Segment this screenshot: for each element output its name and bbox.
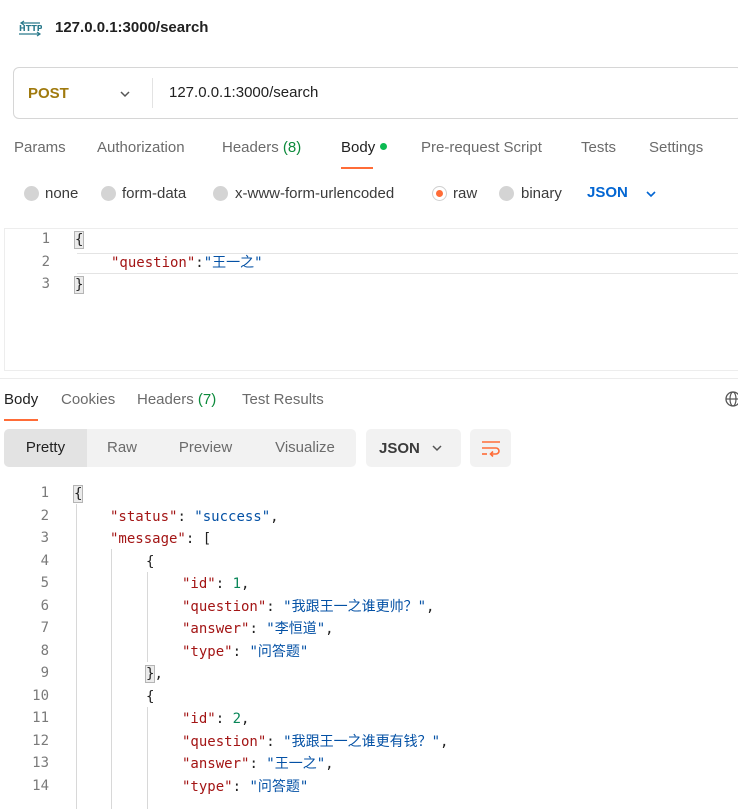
response-format-select[interactable]: JSON [366,429,461,467]
code-line: }, [144,665,163,683]
tab-tests[interactable]: Tests [581,139,616,156]
line-number: 7 [40,620,49,636]
line-number: 13 [32,755,49,771]
code-line: "type": "问答题" [182,779,309,795]
chevron-down-icon[interactable] [644,187,658,201]
line-number: 6 [40,598,49,614]
code-line: "answer": "李恒道", [182,621,334,637]
code-line: "message": [ [110,531,212,547]
radio-binary-label[interactable]: binary [521,185,562,202]
url-divider [152,78,153,108]
code-line: "status": "success", [110,509,279,525]
indent-guide [111,549,112,809]
line-number: 14 [32,778,49,794]
wrap-lines-button[interactable] [470,429,511,467]
wrap-lines-icon [482,441,500,457]
code-line: "id": 2, [182,711,250,727]
code-line: { [146,689,155,705]
view-pretty[interactable]: Pretty [4,429,87,467]
line-number: 9 [40,665,49,681]
url-bar: POST 127.0.0.1:3000/search [13,67,738,119]
chevron-down-icon [432,445,442,452]
tab-headers-label: Headers [222,139,279,156]
resp-tab-test-results[interactable]: Test Results [242,391,324,408]
indent-guide [147,707,148,809]
code-line: { [72,485,84,503]
tab-params[interactable]: Params [14,139,66,156]
indent-guide [147,572,148,662]
response-view-tabs: Pretty Raw Preview Visualize [4,429,356,467]
url-input[interactable]: 127.0.0.1:3000/search [169,84,318,101]
code-line: { [146,554,155,570]
line-number: 8 [40,643,49,659]
radio-raw-label[interactable]: raw [453,185,477,202]
response-tabs: Body Cookies Headers (7) Test Results [0,378,738,421]
line-number: 5 [40,575,49,591]
radio-urlencoded[interactable] [213,186,228,201]
tab-prerequest-script[interactable]: Pre-request Script [421,139,542,156]
radio-urlencoded-label[interactable]: x-www-form-urlencoded [235,185,394,202]
request-title[interactable]: 127.0.0.1:3000/search [55,19,208,36]
radio-form-data-label[interactable]: form-data [122,185,186,202]
tab-settings[interactable]: Settings [649,139,703,156]
tab-body[interactable]: Body [341,139,388,169]
tab-body-label: Body [341,139,376,156]
code-line: "type": "问答题" [182,644,309,660]
resp-tab-body[interactable]: Body [4,391,39,421]
body-type-options: none form-data x-www-form-urlencoded raw… [0,180,738,208]
radio-none[interactable] [24,186,39,201]
line-number: 2 [41,254,50,270]
code-line: "question": "我跟王一之谁更帅？", [182,599,435,615]
line-number: 2 [40,508,49,524]
code-line: "id": 1, [182,576,250,592]
svg-text:HTTP: HTTP [19,24,42,33]
code-line: { [73,231,85,249]
request-title-bar: HTTP 127.0.0.1:3000/search [0,0,738,58]
tab-authorization[interactable]: Authorization [97,139,185,156]
view-raw[interactable]: Raw [87,429,157,467]
resp-tab-cookies[interactable]: Cookies [61,391,115,408]
headers-count: (8) [282,139,302,156]
line-number: 11 [32,710,49,726]
radio-raw[interactable] [432,186,447,201]
line-number: 1 [41,231,50,247]
response-format-label: JSON [379,440,420,457]
line-number: 3 [40,530,49,546]
tab-headers[interactable]: Headers (8) [222,139,301,156]
view-visualize[interactable]: Visualize [254,429,356,467]
radio-binary[interactable] [499,186,514,201]
body-modified-dot [380,143,388,150]
indent-guide [76,504,77,809]
line-number: 1 [40,485,49,501]
line-number: 12 [32,733,49,749]
line-number: 10 [32,688,49,704]
line-number: 4 [40,553,49,569]
resp-tab-headers-label: Headers [137,391,194,408]
http-icon: HTTP [19,20,42,37]
line-number: 3 [41,276,50,292]
resp-headers-count: (7) [197,391,217,408]
code-line: } [73,276,85,294]
request-body-editor[interactable]: 1 { 2 "question":"王一之" 3 } [4,228,738,371]
radio-form-data[interactable] [101,186,116,201]
chevron-down-icon[interactable] [118,87,132,101]
raw-format-select[interactable]: JSON [587,184,628,201]
radio-none-label[interactable]: none [45,185,78,202]
resp-tab-headers[interactable]: Headers (7) [137,391,216,408]
request-tabs: Params Authorization Headers (8) Body Pr… [0,128,738,169]
method-select[interactable]: POST [28,85,69,102]
code-line: "question":"王一之" [111,255,263,271]
globe-icon[interactable] [724,390,738,408]
view-preview[interactable]: Preview [157,429,254,467]
code-line: "question": "我跟王一之谁更有钱？", [182,734,449,750]
code-line: "answer": "王一之", [182,756,334,772]
